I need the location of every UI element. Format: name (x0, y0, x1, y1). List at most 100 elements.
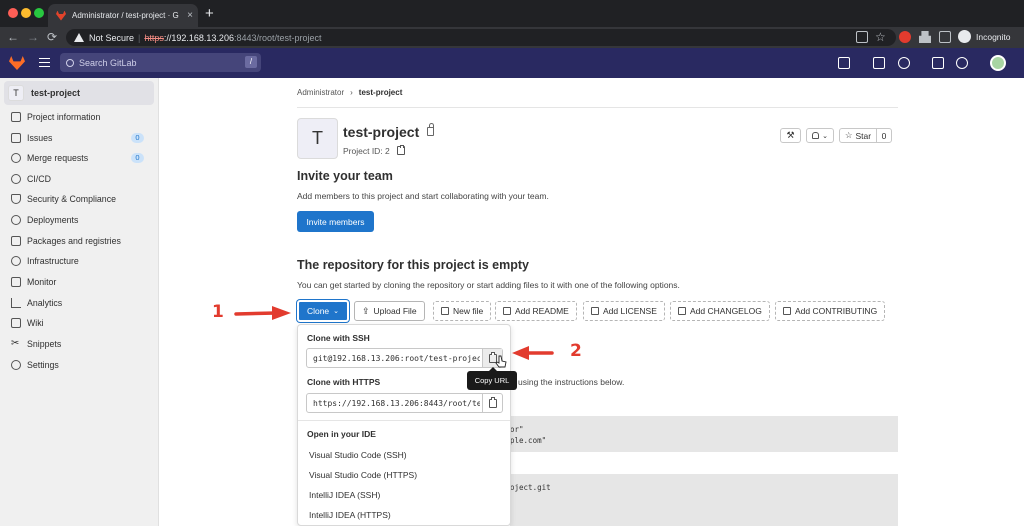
create-new-icon[interactable] (838, 57, 850, 69)
todo-list-icon[interactable] (873, 57, 885, 69)
invite-members-button[interactable]: Invite members (297, 211, 374, 232)
code-block-git-config: or" ple.com" (510, 416, 898, 452)
sidebar-item-label: Project information (27, 112, 101, 122)
menu-hamburger-icon[interactable] (39, 58, 50, 67)
forward-button[interactable]: → (27, 29, 39, 45)
page-title: test-project (343, 124, 420, 140)
code-line: or" (510, 425, 524, 434)
project-id-label: Project ID: 2 (343, 146, 390, 156)
help-icon[interactable] (956, 57, 968, 69)
book-icon (11, 318, 21, 328)
tab-close-icon[interactable]: × (182, 10, 198, 21)
https-url-field[interactable] (306, 393, 503, 413)
reload-button[interactable]: ⟳ (47, 29, 57, 45)
add-license-button[interactable]: Add LICENSE (583, 301, 665, 321)
gitlab-logo-icon[interactable] (9, 56, 25, 70)
new-tab-button[interactable]: + (205, 6, 214, 22)
info-icon (11, 112, 21, 122)
issues-checkbox-icon[interactable] (932, 57, 944, 69)
incognito-profile[interactable]: Incognito (958, 30, 1011, 43)
sidebar-item-project-information[interactable]: Project information (0, 107, 158, 127)
add-contributing-button[interactable]: Add CONTRIBUTING (775, 301, 886, 321)
browser-tab[interactable]: Administrator / test-project · G × (48, 4, 198, 27)
search-input[interactable]: Search GitLab / (60, 53, 261, 72)
tab-title: Administrator / test-project · G (72, 11, 179, 20)
code-line: oject.git (510, 483, 551, 492)
chart-icon (11, 298, 21, 308)
sidebar-item-analytics[interactable]: Analytics (0, 293, 158, 313)
sidebar-item-deployments[interactable]: Deployments (0, 210, 158, 230)
minimize-window-dot[interactable] (21, 8, 31, 18)
ide-item-intellij-ssh[interactable]: IntelliJ IDEA (SSH) (309, 490, 380, 500)
add-license-label: Add LICENSE (603, 306, 657, 316)
translate-icon[interactable] (856, 31, 868, 43)
star-label: Star (855, 130, 872, 141)
new-file-button[interactable]: New file (433, 301, 492, 321)
sidebar-item-merge-requests[interactable]: Merge requests 0 (0, 148, 158, 168)
close-window-dot[interactable] (8, 8, 18, 18)
maximize-window-dot[interactable] (34, 8, 44, 18)
package-icon (11, 236, 21, 246)
upload-file-button[interactable]: ⇪ Upload File (354, 301, 425, 321)
clone-dropdown: Clone with SSH Clone with HTTPS Open in … (297, 324, 511, 526)
plus-square-icon (591, 307, 599, 315)
notification-settings-button[interactable]: ⌄ (806, 128, 834, 143)
admin-wrench-button[interactable]: ⚒ (780, 128, 801, 143)
breadcrumb-current[interactable]: test-project (359, 88, 403, 97)
sidebar-item-security-compliance[interactable]: Security & Compliance (0, 189, 158, 209)
ide-item-intellij-https[interactable]: IntelliJ IDEA (HTTPS) (309, 510, 391, 520)
clone-ssh-label: Clone with SSH (307, 333, 370, 343)
add-readme-button[interactable]: Add README (495, 301, 577, 321)
sidebar-project-avatar: T (8, 85, 24, 101)
sidebar-item-wiki[interactable]: Wiki (0, 313, 158, 333)
code-block-clone: oject.git (510, 474, 898, 526)
bell-icon (812, 132, 820, 139)
sidebar-item-label: Monitor (27, 277, 57, 287)
ide-item-vscode-https[interactable]: Visual Studio Code (HTTPS) (309, 470, 417, 480)
new-file-label: New file (453, 306, 484, 316)
star-button[interactable]: ☆ Star (839, 128, 877, 143)
extensions-puzzle-icon[interactable] (919, 31, 931, 43)
breadcrumb: Administrator › test-project (297, 88, 402, 97)
copy-https-url-button[interactable] (482, 394, 502, 412)
deployments-icon (11, 215, 21, 225)
ide-item-vscode-ssh[interactable]: Visual Studio Code (SSH) (309, 450, 407, 460)
user-avatar[interactable] (990, 55, 1006, 71)
copy-icon (488, 397, 497, 408)
sidebar-item-issues[interactable]: Issues 0 (0, 128, 158, 148)
cloud-icon (11, 256, 21, 266)
sidebar-item-monitor[interactable]: Monitor (0, 272, 158, 292)
add-changelog-button[interactable]: Add CHANGELOG (670, 301, 770, 321)
ssh-url-input[interactable] (307, 353, 480, 363)
bookmark-star-icon[interactable]: ☆ (875, 31, 887, 43)
sidebar-project-link[interactable]: T test-project (4, 81, 154, 105)
https-url-input[interactable] (307, 398, 480, 408)
breadcrumb-divider (297, 107, 898, 108)
sidebar-item-label: Issues (27, 133, 53, 143)
plus-square-icon (783, 307, 791, 315)
address-bar[interactable]: Not Secure | https ://192.168.13.206 :84… (66, 29, 896, 46)
back-button[interactable]: ← (7, 29, 19, 45)
side-panel-icon[interactable] (939, 31, 951, 43)
sidebar-item-snippets[interactable]: ✂ Snippets (0, 334, 158, 354)
breadcrumb-parent[interactable]: Administrator (297, 88, 344, 97)
sidebar-item-label: CI/CD (27, 174, 51, 184)
sidebar-item-infrastructure[interactable]: Infrastructure (0, 251, 158, 271)
code-line: ple.com" (510, 436, 547, 445)
url-scheme: https (144, 32, 164, 43)
clone-button[interactable]: Clone ⌄ (297, 300, 349, 322)
sidebar-item-settings[interactable]: Settings (0, 355, 158, 375)
sidebar-item-ci-cd[interactable]: CI/CD (0, 169, 158, 189)
sidebar-project-name: test-project (31, 88, 81, 98)
url-path: :8443/root/test-project (233, 32, 322, 43)
copy-project-id-icon[interactable] (397, 144, 406, 155)
security-indicator[interactable]: Not Secure (89, 33, 134, 43)
adblock-extension-icon[interactable] (899, 31, 911, 43)
star-count[interactable]: 0 (876, 128, 892, 143)
monitor-icon (11, 277, 21, 287)
sidebar-item-packages-registries[interactable]: Packages and registries (0, 231, 158, 251)
wrench-icon: ⚒ (786, 130, 795, 140)
upload-icon: ⇪ (362, 305, 370, 316)
ssh-url-field[interactable] (306, 348, 503, 368)
merge-requests-icon[interactable] (898, 57, 910, 69)
